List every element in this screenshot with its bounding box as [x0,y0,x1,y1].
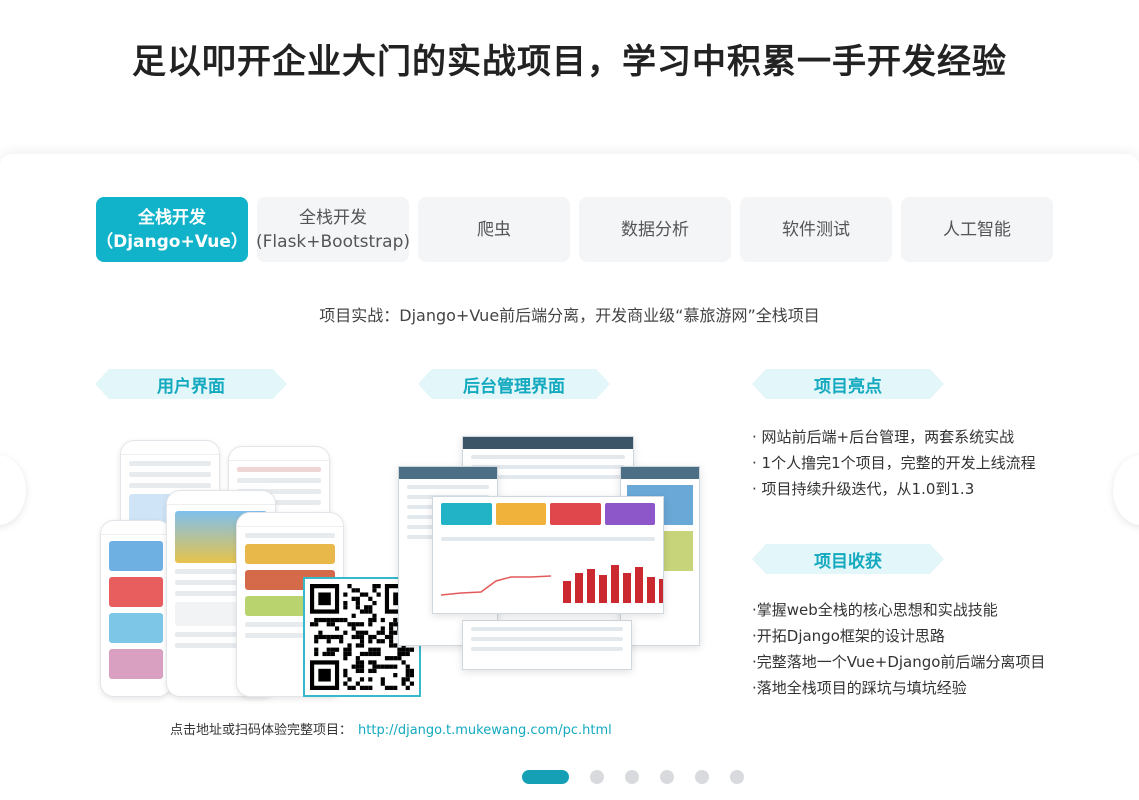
gain-item: ·开拓Django框架的设计思路 [752,627,945,645]
screenshots-illustration [100,432,710,697]
page: 足以叩开企业大门的实战项目，学习中积累一手开发经验 全栈开发 （Django+V… [0,0,1139,800]
tab-label: 软件测试 [782,219,850,240]
phone-mockup [100,520,172,697]
page-headline: 足以叩开企业大门的实战项目，学习中积累一手开发经验 [132,42,1007,82]
carousel-dot[interactable] [660,770,674,784]
section-ribbon-gains: 项目收获 [752,544,944,574]
tab-label-line2: (Flask+Bootstrap) [256,231,410,252]
carousel-dot[interactable] [625,770,639,784]
carousel-dots [522,770,744,784]
tab-software-testing[interactable]: 软件测试 [740,197,892,262]
tab-ai[interactable]: 人工智能 [901,197,1053,262]
carousel-dot[interactable] [730,770,744,784]
gain-item: ·完整落地一个Vue+Django前后端分离项目 [752,653,1046,671]
section-ribbon-highlights: 项目亮点 [752,369,944,399]
category-tabs: 全栈开发 （Django+Vue） 全栈开发 (Flask+Bootstrap)… [96,197,1053,262]
experience-label: 点击地址或扫码体验完整项目： [170,723,353,738]
highlight-item: · 1个人撸完1个项目，完整的开发上线流程 [752,454,1036,472]
carousel-dot[interactable] [695,770,709,784]
admin-dashboard-mockup [432,496,664,614]
tab-crawler[interactable]: 爬虫 [418,197,570,262]
highlight-item: · 项目持续升级迭代，从1.0到1.3 [752,480,975,498]
tab-data-analysis[interactable]: 数据分析 [579,197,731,262]
experience-line: 点击地址或扫码体验完整项目： http://django.t.mukewang.c… [170,719,612,738]
tab-label: 爬虫 [477,219,511,240]
tab-label: 数据分析 [621,219,689,240]
demo-link[interactable]: http://django.t.mukewang.com/pc.html [358,723,612,738]
admin-screen-mockup [462,620,632,670]
carousel-dot[interactable] [590,770,604,784]
highlights-list: · 网站前后端+后台管理，两套系统实战 · 1个人撸完1个项目，完整的开发上线流… [752,424,1036,502]
gain-item: ·落地全栈项目的踩坑与填坑经验 [752,679,967,697]
tab-fullstack-flask-bootstrap[interactable]: 全栈开发 (Flask+Bootstrap) [256,197,410,262]
line-chart-mock [441,575,551,596]
project-subtitle: 项目实战：Django+Vue前后端分离，开发商业级“慕旅游网”全栈项目 [319,306,820,325]
tab-label-line1: 全栈开发 [138,207,206,228]
carousel-dot[interactable] [522,770,569,784]
tab-fullstack-django-vue[interactable]: 全栈开发 （Django+Vue） [96,197,248,262]
bar-chart-mock [563,563,663,603]
highlight-item: · 网站前后端+后台管理，两套系统实战 [752,428,1015,446]
tab-label-line1: 全栈开发 [299,207,367,228]
tab-label: 人工智能 [943,219,1011,240]
section-ribbon-user-ui: 用户界面 [95,369,287,399]
tab-label-line2: （Django+Vue） [96,231,248,252]
gain-item: ·掌握web全栈的核心思想和实战技能 [752,601,998,619]
gains-list: ·掌握web全栈的核心思想和实战技能 ·开拓Django框架的设计思路 ·完整落… [752,597,1045,701]
section-ribbon-admin-ui: 后台管理界面 [418,369,610,399]
